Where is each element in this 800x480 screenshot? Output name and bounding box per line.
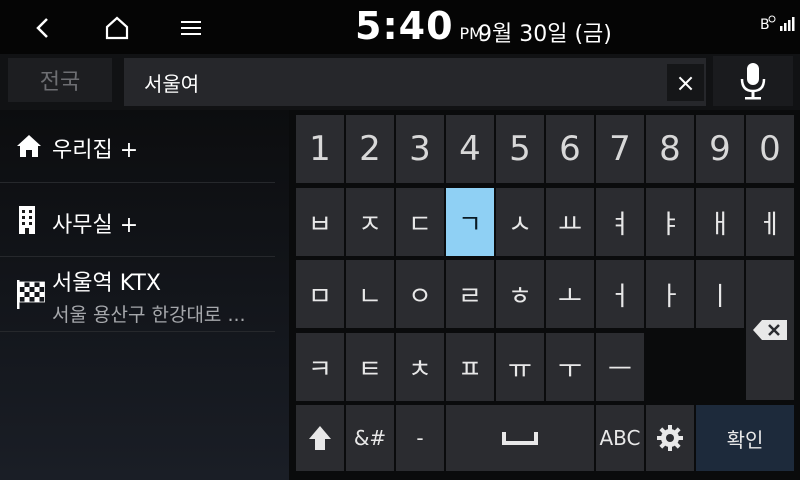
key-row1-2[interactable]: ㄷ: [396, 188, 444, 256]
clear-button[interactable]: ×: [667, 64, 704, 101]
key-row1-0[interactable]: ㅂ: [296, 188, 344, 256]
signal-icon: [780, 17, 795, 31]
key-numbers-7[interactable]: 8: [646, 115, 694, 183]
key-row2-3[interactable]: ㄹ: [446, 260, 494, 328]
key-numbers-2[interactable]: 3: [396, 115, 444, 183]
key-row3-3[interactable]: ㅍ: [446, 333, 494, 401]
clock: 5:40 PM: [355, 4, 483, 48]
key-row2-7[interactable]: ㅏ: [646, 260, 694, 328]
symbols-key[interactable]: &#: [346, 405, 394, 471]
key-numbers-1[interactable]: 2: [346, 115, 394, 183]
confirm-button[interactable]: 확인: [696, 405, 794, 471]
key-numbers-4[interactable]: 5: [496, 115, 544, 183]
key-row2-1[interactable]: ㄴ: [346, 260, 394, 328]
space-key[interactable]: [446, 405, 594, 471]
home-icon: [15, 110, 43, 182]
shift-key[interactable]: [296, 405, 344, 471]
key-numbers-9[interactable]: 0: [746, 115, 794, 183]
key-row3-6[interactable]: ㅡ: [596, 333, 644, 401]
key-row3-5[interactable]: ㅜ: [546, 333, 594, 401]
shift-icon: [309, 426, 331, 450]
key-row1-1[interactable]: ㅈ: [346, 188, 394, 256]
result-address: 서울 용산구 한강대로 ...: [52, 304, 246, 326]
keyboard: &# - ABC 확인 1234567890 ㅂㅈㄷㄱㅅㅛㅕㅑㅐㅔㅁㄴㅇㄹㅎㅗㅓㅏ…: [289, 110, 800, 480]
dash-key[interactable]: -: [396, 405, 444, 471]
clock-time: 5:40: [355, 4, 454, 48]
favorite-office[interactable]: 사무실 +: [0, 183, 275, 257]
date-label: 9월 30일 (금): [478, 22, 612, 47]
space-icon: [502, 432, 538, 445]
top-bar: 5:40 PM 9월 30일 (금) B: [0, 0, 800, 54]
building-icon: [15, 183, 39, 256]
key-numbers-6[interactable]: 7: [596, 115, 644, 183]
key-row1-5[interactable]: ㅛ: [546, 188, 594, 256]
key-row2-8[interactable]: ㅣ: [696, 260, 744, 328]
checkered-flag-icon: [15, 257, 47, 331]
favorite-home-label: 우리집 +: [52, 138, 139, 163]
back-icon[interactable]: [23, 8, 63, 48]
key-row1-3[interactable]: ㄱ: [446, 188, 494, 256]
key-row1-8[interactable]: ㅐ: [696, 188, 744, 256]
key-row2-0[interactable]: ㅁ: [296, 260, 344, 328]
key-row1-9[interactable]: ㅔ: [746, 188, 794, 256]
region-button[interactable]: 전국: [8, 58, 112, 102]
key-row3-4[interactable]: ㅠ: [496, 333, 544, 401]
key-row3-0[interactable]: ㅋ: [296, 333, 344, 401]
favorite-office-label: 사무실 +: [52, 213, 139, 238]
svg-text:B: B: [760, 17, 770, 33]
home-icon[interactable]: [97, 8, 137, 48]
search-input[interactable]: 서울여: [124, 58, 706, 106]
microphone-button[interactable]: [713, 56, 793, 106]
destination-panel: 우리집 + 사무실 + 서울역 KTX 서울 용산구 한강대로 ...: [0, 110, 289, 480]
key-row2-2[interactable]: ㅇ: [396, 260, 444, 328]
key-row3-2[interactable]: ㅊ: [396, 333, 444, 401]
key-row1-6[interactable]: ㅕ: [596, 188, 644, 256]
microphone-icon: [740, 63, 766, 100]
key-row1-7[interactable]: ㅑ: [646, 188, 694, 256]
abc-key[interactable]: ABC: [596, 405, 644, 471]
backspace-icon: [753, 320, 787, 340]
backspace-key[interactable]: [746, 260, 794, 400]
key-row2-6[interactable]: ㅓ: [596, 260, 644, 328]
key-numbers-5[interactable]: 6: [546, 115, 594, 183]
close-icon: ×: [675, 68, 696, 97]
bluetooth-icon: B: [760, 15, 776, 33]
gear-icon: [657, 425, 683, 451]
key-row1-4[interactable]: ㅅ: [496, 188, 544, 256]
menu-icon[interactable]: [171, 8, 211, 48]
result-title: 서울역 KTX: [52, 271, 161, 296]
key-numbers-3[interactable]: 4: [446, 115, 494, 183]
search-result-item[interactable]: 서울역 KTX 서울 용산구 한강대로 ...: [0, 257, 275, 332]
favorite-home[interactable]: 우리집 +: [0, 110, 275, 183]
key-row2-4[interactable]: ㅎ: [496, 260, 544, 328]
status-icons: B: [760, 14, 795, 34]
key-numbers-8[interactable]: 9: [696, 115, 744, 183]
key-numbers-0[interactable]: 1: [296, 115, 344, 183]
key-row3-1[interactable]: ㅌ: [346, 333, 394, 401]
key-row2-5[interactable]: ㅗ: [546, 260, 594, 328]
search-query: 서울여: [144, 72, 200, 96]
settings-key[interactable]: [646, 405, 694, 471]
